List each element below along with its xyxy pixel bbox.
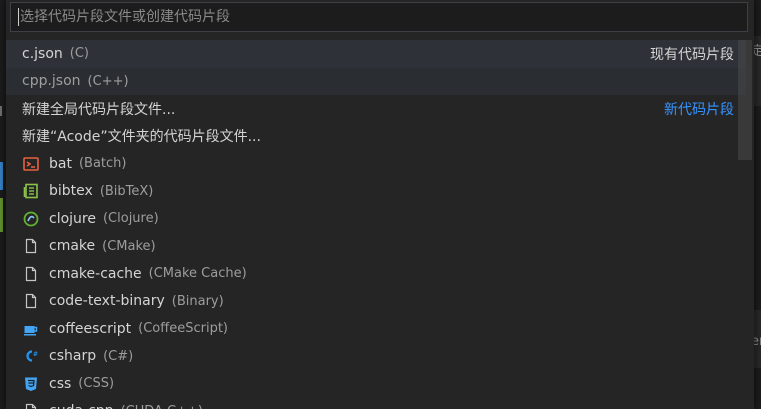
book-icon [22,182,40,200]
item-description: (CSS) [78,376,115,392]
list-item-language[interactable]: cmake-cache (CMake Cache) [6,260,746,288]
list-item-language[interactable]: # csharp (C#) [6,343,746,371]
list-item-language[interactable]: bibtex (BibTeX) [6,178,746,206]
item-label: csharp [49,348,97,365]
list-item-c-json[interactable]: c.json (C) 现有代码片段 [6,40,746,68]
clojure-icon [22,210,40,228]
search-input[interactable] [20,4,747,30]
item-description: (Batch) [78,156,127,172]
list-item-language[interactable]: bat (Batch) [6,150,746,178]
item-description: (Binary) [171,293,224,309]
list-item-language[interactable]: cuda-cpp (CUDA C++) [6,398,746,409]
terminal-icon [22,155,40,173]
list-item-language[interactable]: coffeescript (CoffeeScript) [6,315,746,343]
item-label: cmake [49,238,96,255]
snippet-quick-pick: c.json (C) 现有代码片段 cpp.json (C++) 新建全局代码片… [6,0,754,409]
list-item-language[interactable]: code-text-binary (Binary) [6,288,746,316]
item-label: cmake-cache [49,265,142,282]
list-item-new-global-snippet[interactable]: 新建全局代码片段文件... 新代码片段 [6,95,746,123]
item-label: cpp.json [22,73,81,90]
background-gutter-mark [0,106,2,116]
list-item-language[interactable]: cmake (CMake) [6,233,746,261]
item-description: (CUDA C++) [121,404,203,409]
item-label: 新建“Acode”文件夹的代码片段文件... [22,129,261,146]
group-label-existing: 现有代码片段 [650,46,734,63]
activity-indicator-blue [0,162,3,190]
file-icon [22,292,40,310]
list-item-language[interactable]: clojure (Clojure) [6,205,746,233]
quick-pick-list: c.json (C) 现有代码片段 cpp.json (C++) 新建全局代码片… [6,40,746,409]
item-label: bat [49,155,72,172]
item-label: clojure [49,210,96,227]
item-label: c.json [22,45,63,62]
coffee-icon [22,320,40,338]
group-label-new: 新代码片段 [664,101,734,118]
item-label: cuda-cpp [49,403,114,409]
file-icon [22,402,40,409]
item-description: (CMake Cache) [148,266,247,282]
svg-text:#: # [33,351,38,358]
css-icon [22,375,40,393]
item-label: css [49,375,72,392]
item-label: bibtex [49,183,93,200]
item-description: (C#) [103,348,134,364]
file-icon [22,237,40,255]
item-description: (Clojure) [102,211,159,227]
item-description: (C) [69,46,90,62]
vscode-window: 定行 ers c.json (C) 现有代码片段 cpp.json (C++) … [0,0,761,409]
search-box[interactable] [10,2,748,32]
text-caret [18,8,19,26]
list-item-new-folder-snippet[interactable]: 新建“Acode”文件夹的代码片段文件... [6,123,746,151]
item-description: (C++) [87,73,129,89]
item-description: (CoffeeScript) [138,321,228,337]
list-item-language[interactable]: css (CSS) [6,370,746,398]
item-label: 新建全局代码片段文件... [22,101,176,118]
activity-indicator-green [0,198,3,232]
list-item-cpp-json[interactable]: cpp.json (C++) [6,67,746,95]
item-description: (CMake) [102,238,156,254]
csharp-icon: # [22,347,40,365]
item-description: (BibTeX) [99,183,154,199]
item-label: coffeescript [49,320,132,337]
list-scrollbar[interactable] [738,40,752,160]
item-label: code-text-binary [49,293,165,310]
file-icon [22,265,40,283]
